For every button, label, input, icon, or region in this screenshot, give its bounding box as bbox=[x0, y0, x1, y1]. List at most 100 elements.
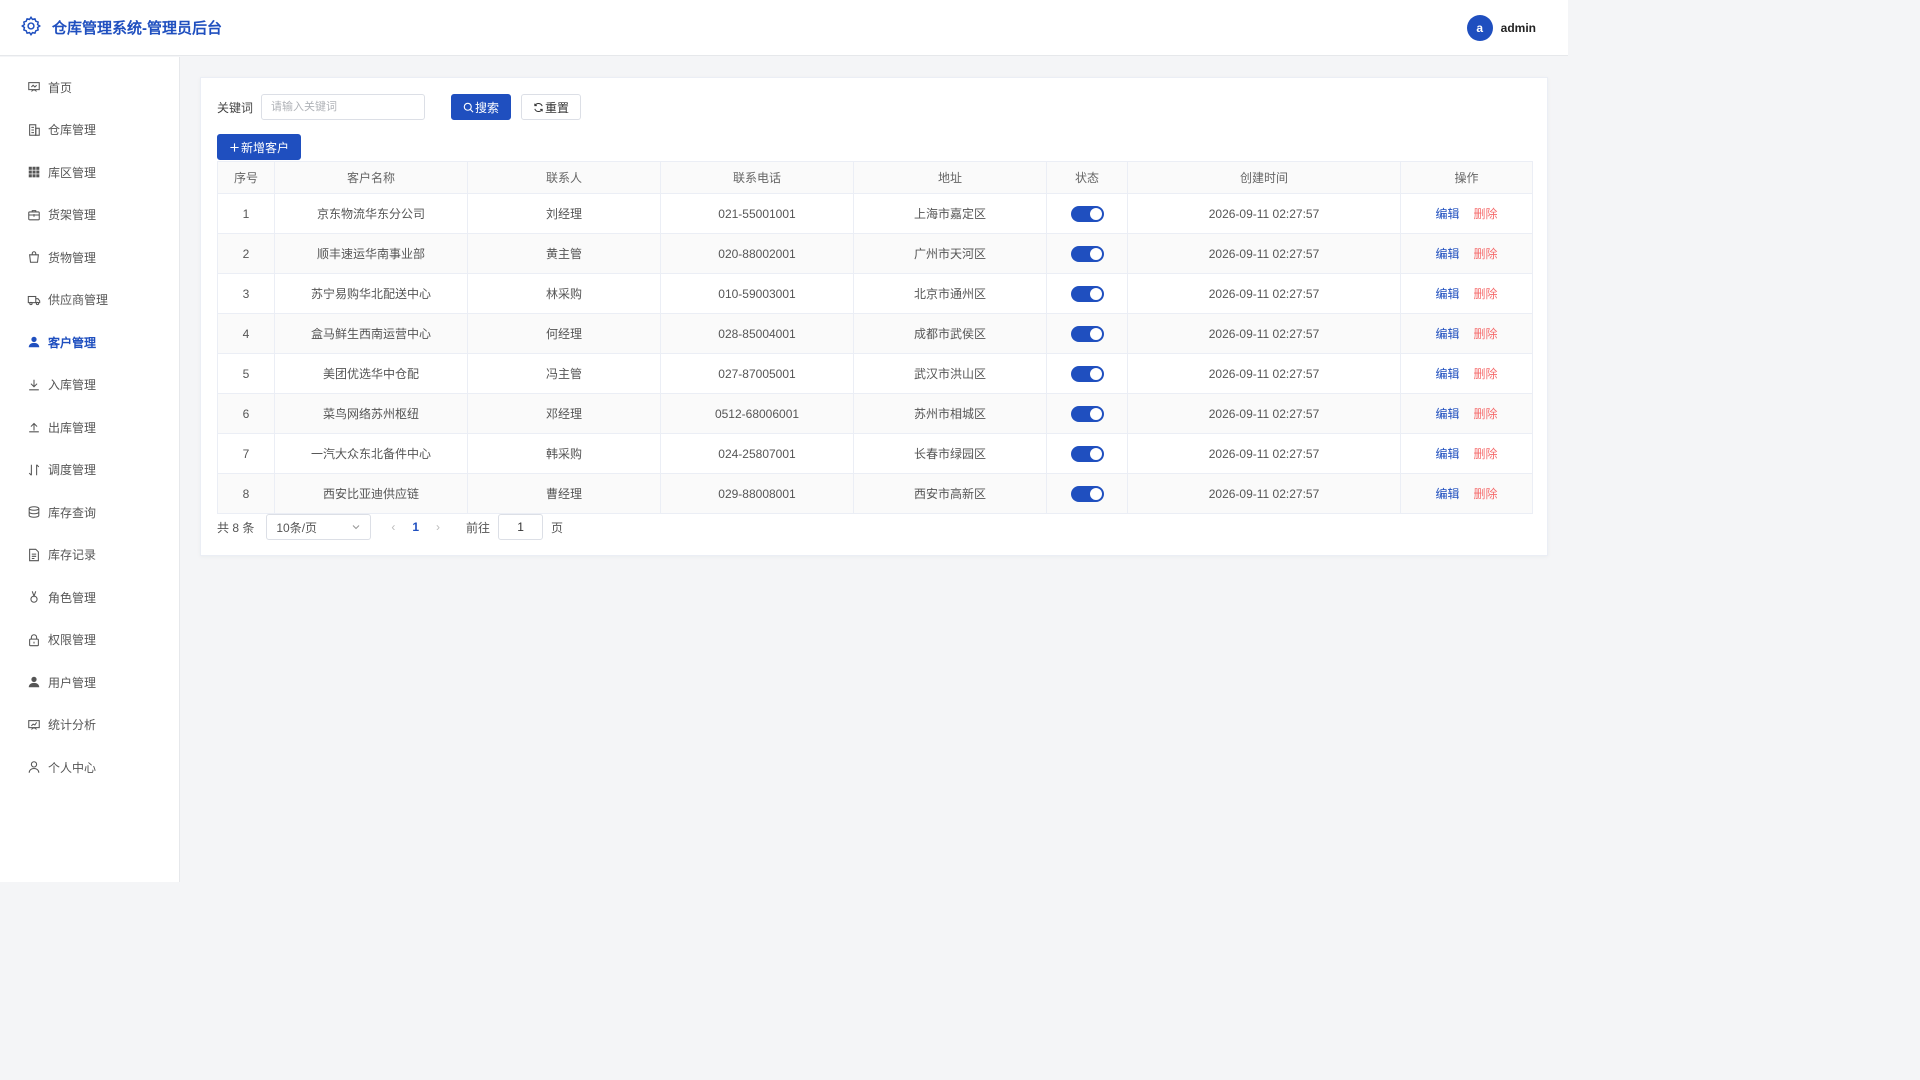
delete-link[interactable]: 删除 bbox=[1474, 287, 1498, 301]
cell-contact: 黄主管 bbox=[467, 233, 661, 274]
edit-link[interactable]: 编辑 bbox=[1435, 207, 1459, 221]
medal-icon bbox=[30, 591, 38, 604]
cell-contact: 邓经理 bbox=[467, 393, 661, 434]
table-row: 5 美团优选华中仓配 冯主管 027-87005001 武汉市洪山区 2026-… bbox=[217, 353, 1533, 394]
prev-page-button[interactable]: ‹ bbox=[391, 520, 395, 534]
sidebar-item-warehouse[interactable]: 仓库管理 bbox=[0, 109, 179, 152]
edit-link[interactable]: 编辑 bbox=[1435, 247, 1459, 261]
chart-board-icon bbox=[28, 719, 40, 730]
status-toggle[interactable] bbox=[1070, 445, 1104, 462]
sidebar-item-inventory-record[interactable]: 库存记录 bbox=[0, 534, 179, 577]
edit-link[interactable]: 编辑 bbox=[1435, 327, 1459, 341]
reset-button[interactable]: 重置 bbox=[521, 94, 581, 120]
sidebar-item-permission[interactable]: 权限管理 bbox=[0, 619, 179, 662]
status-toggle[interactable] bbox=[1070, 485, 1104, 502]
cell-status bbox=[1046, 433, 1128, 474]
sidebar-item-supplier[interactable]: 供应商管理 bbox=[0, 279, 179, 322]
cell-name: 顺丰速运华南事业部 bbox=[274, 233, 468, 274]
sidebar-item-label: 库存记录 bbox=[48, 548, 97, 563]
edit-link[interactable]: 编辑 bbox=[1435, 487, 1459, 501]
delete-link[interactable]: 删除 bbox=[1474, 247, 1498, 261]
lock-icon bbox=[29, 634, 39, 646]
edit-link[interactable]: 编辑 bbox=[1435, 367, 1459, 381]
sidebar-item-inventory-query[interactable]: 库存查询 bbox=[0, 491, 179, 534]
cell-phone: 020-88002001 bbox=[660, 233, 854, 274]
pagination: 共 8 条 10条/页 ‹ 1 › 前往 页 bbox=[217, 514, 563, 540]
cell-name: 一汽大众东北备件中心 bbox=[274, 433, 468, 474]
cell-name: 西安比亚迪供应链 bbox=[274, 473, 468, 514]
cell-address: 西安市高新区 bbox=[853, 473, 1047, 514]
table-row: 4 盒马鲜生西南运营中心 何经理 028-85004001 成都市武侯区 202… bbox=[217, 313, 1533, 354]
delete-link[interactable]: 删除 bbox=[1474, 327, 1498, 341]
edit-link[interactable]: 编辑 bbox=[1435, 407, 1459, 421]
cell-index: 8 bbox=[217, 473, 275, 514]
sidebar-item-statistics[interactable]: 统计分析 bbox=[0, 704, 179, 747]
page-number-current[interactable]: 1 bbox=[412, 520, 419, 534]
cell-phone: 0512-68006001 bbox=[660, 393, 854, 434]
upload-icon bbox=[29, 423, 39, 433]
sidebar-item-home[interactable]: 首页 bbox=[0, 66, 179, 109]
cell-phone: 029-88008001 bbox=[660, 473, 854, 514]
table-row: 7 一汽大众东北备件中心 韩采购 024-25807001 长春市绿园区 202… bbox=[217, 433, 1533, 474]
sidebar-item-shelf[interactable]: 货架管理 bbox=[0, 194, 179, 237]
avatar-icon bbox=[28, 677, 40, 688]
building-icon bbox=[29, 123, 40, 136]
cell-address: 苏州市相城区 bbox=[853, 393, 1047, 434]
customer-table: 序号 客户名称 联系人 联系电话 地址 状态 创建时间 操作 1 京东物流华东分… bbox=[217, 161, 1533, 514]
page-size-select[interactable]: 10条/页 bbox=[266, 514, 372, 540]
sidebar-item-label: 个人中心 bbox=[48, 760, 97, 775]
sidebar-item-customer[interactable]: 客户管理 bbox=[0, 321, 179, 364]
column-header-actions: 操作 bbox=[1400, 161, 1533, 194]
edit-link[interactable]: 编辑 bbox=[1435, 287, 1459, 301]
cell-name: 京东物流华东分公司 bbox=[274, 193, 468, 234]
delete-link[interactable]: 删除 bbox=[1474, 487, 1498, 501]
sidebar-item-label: 入库管理 bbox=[48, 378, 97, 393]
table-row: 8 西安比亚迪供应链 曹经理 029-88008001 西安市高新区 2026-… bbox=[217, 473, 1533, 514]
user-menu[interactable]: a admin bbox=[1466, 15, 1536, 41]
sidebar-item-outbound[interactable]: 出库管理 bbox=[0, 406, 179, 449]
top-header: 仓库管理系统-管理员后台 a admin bbox=[0, 0, 1568, 56]
sidebar-item-profile[interactable]: 个人中心 bbox=[0, 746, 179, 789]
cell-status bbox=[1046, 393, 1128, 434]
refresh-icon bbox=[534, 102, 543, 112]
status-toggle[interactable] bbox=[1070, 405, 1104, 422]
delete-link[interactable]: 删除 bbox=[1474, 367, 1498, 381]
keyword-label: 关键词 bbox=[217, 100, 254, 115]
column-header-phone: 联系电话 bbox=[660, 161, 854, 194]
gear-icon bbox=[20, 15, 42, 40]
cell-status bbox=[1046, 313, 1128, 354]
user-filled-icon bbox=[28, 337, 40, 348]
status-toggle[interactable] bbox=[1070, 325, 1104, 342]
status-toggle[interactable] bbox=[1070, 365, 1104, 382]
status-toggle[interactable] bbox=[1070, 285, 1104, 302]
cell-actions: 编辑 删除 bbox=[1400, 473, 1533, 514]
search-button[interactable]: 搜索 bbox=[451, 94, 511, 120]
delete-link[interactable]: 删除 bbox=[1474, 407, 1498, 421]
sidebar-item-goods[interactable]: 货物管理 bbox=[0, 236, 179, 279]
plus-icon bbox=[230, 142, 239, 152]
goto-page-input[interactable] bbox=[498, 514, 544, 540]
status-toggle[interactable] bbox=[1070, 205, 1104, 222]
sidebar-item-role[interactable]: 角色管理 bbox=[0, 576, 179, 619]
username[interactable]: admin bbox=[1501, 21, 1536, 35]
status-toggle[interactable] bbox=[1070, 245, 1104, 262]
avatar[interactable]: a bbox=[1466, 15, 1493, 41]
truck-icon bbox=[27, 295, 41, 305]
sidebar-item-zone[interactable]: 库区管理 bbox=[0, 151, 179, 194]
page-suffix: 页 bbox=[551, 520, 564, 535]
sidebar-item-dispatch[interactable]: 调度管理 bbox=[0, 449, 179, 492]
cell-created: 2026-09-11 02:27:57 bbox=[1127, 393, 1401, 434]
sidebar-item-user[interactable]: 用户管理 bbox=[0, 661, 179, 704]
add-customer-button[interactable]: 新增客户 bbox=[217, 134, 301, 160]
column-header-index: 序号 bbox=[217, 161, 275, 194]
edit-link[interactable]: 编辑 bbox=[1435, 447, 1459, 461]
sidebar-item-inbound[interactable]: 入库管理 bbox=[0, 364, 179, 407]
cell-created: 2026-09-11 02:27:57 bbox=[1127, 313, 1401, 354]
keyword-input[interactable] bbox=[261, 94, 425, 120]
delete-link[interactable]: 删除 bbox=[1474, 447, 1498, 461]
cell-actions: 编辑 删除 bbox=[1400, 353, 1533, 394]
search-icon bbox=[463, 102, 474, 112]
next-page-button[interactable]: › bbox=[436, 520, 440, 534]
cell-actions: 编辑 删除 bbox=[1400, 273, 1533, 314]
delete-link[interactable]: 删除 bbox=[1474, 207, 1498, 221]
